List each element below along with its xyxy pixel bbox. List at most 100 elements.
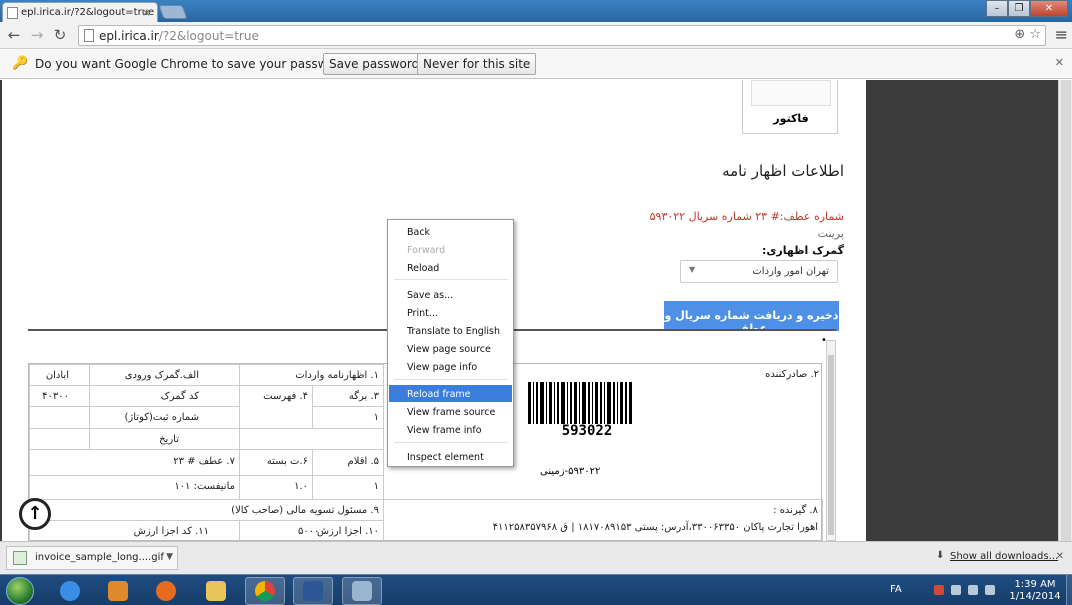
form-cell: تاریخ: [89, 428, 240, 450]
date-label: تاریخ: [159, 434, 179, 445]
customs-label: گمرک اظهاری:: [761, 244, 844, 257]
chevron-down-icon[interactable]: ▼: [166, 552, 173, 562]
snipping-tool-icon[interactable]: [342, 577, 382, 605]
chrome-icon[interactable]: [245, 577, 285, 605]
volume-icon[interactable]: [985, 585, 995, 595]
customs-code-value: ۴۰۳۰۰: [42, 391, 69, 402]
value-code-label: ۱۱. کد اجزا ارزش: [133, 526, 209, 537]
window-controls: – ❐ ✕: [986, 0, 1068, 17]
show-all-downloads-link[interactable]: Show all downloads...: [950, 551, 1058, 562]
download-item[interactable]: invoice_sample_long....gif ▼: [6, 546, 178, 570]
save-password-button[interactable]: Save password: [323, 53, 426, 75]
minimize-button[interactable]: –: [986, 0, 1008, 17]
form-cell: ۴. فهرست: [239, 385, 313, 429]
media-player-icon[interactable]: [98, 577, 138, 605]
menu-item-print[interactable]: Print...: [389, 304, 512, 321]
menu-item-forward[interactable]: Forward: [389, 241, 512, 258]
form-cell: [239, 428, 384, 450]
items-value: ۱: [373, 481, 379, 492]
menu-item-translate[interactable]: Translate to English: [389, 322, 512, 339]
scroll-to-top-icon[interactable]: ↑: [19, 498, 51, 530]
tab-close-icon[interactable]: ×: [142, 6, 151, 19]
form-cell: ابادان: [29, 364, 90, 386]
page-scrollbar[interactable]: [1058, 80, 1072, 541]
form-cell: ۱۱. کد اجزا ارزش: [29, 520, 240, 541]
menu-item-reload[interactable]: Reload: [389, 259, 512, 276]
menu-item-view-page-source[interactable]: View page source: [389, 340, 512, 357]
customs-select[interactable]: تهران امور واردات ▼: [680, 260, 838, 283]
download-shelf: invoice_sample_long....gif ▼ ⬇ Show all …: [0, 541, 1072, 574]
password-message: Do you want Google Chrome to save your p…: [35, 57, 354, 71]
reload-icon[interactable]: ↻: [50, 25, 70, 45]
start-button[interactable]: [6, 577, 34, 605]
chrome-menu-icon[interactable]: ≡: [1055, 25, 1068, 44]
clock[interactable]: 1:39 AM 1/14/2014: [1008, 579, 1062, 603]
form-cell: ۱.۰: [239, 475, 313, 500]
menu-separator: [394, 442, 508, 443]
menu-item-save-as[interactable]: Save as...: [389, 286, 512, 303]
menu-item-view-page-info[interactable]: View page info: [389, 358, 512, 375]
tab-strip: epl.irica.ir/?2&logout=true × – ❐ ✕: [0, 0, 1072, 22]
browser-tab[interactable]: epl.irica.ir/?2&logout=true ×: [2, 2, 158, 22]
file-explorer-icon[interactable]: [196, 577, 236, 605]
customs-code-label: کد گمرک: [160, 391, 199, 402]
save-serial-button[interactable]: ذخیره و دریافت شماره سریال و عطف: [664, 301, 839, 335]
download-arrow-icon: ⬇: [936, 550, 945, 561]
exporter-label: ۲. صادرکننده: [765, 369, 819, 380]
restore-button[interactable]: ❐: [1008, 0, 1030, 17]
frame-scrollbar[interactable]: [826, 340, 836, 541]
menu-separator: [394, 279, 508, 280]
forward-icon[interactable]: →: [27, 25, 47, 45]
infobar-close-icon[interactable]: ✕: [1055, 56, 1064, 69]
url-host: epl.irica.ir: [99, 29, 159, 43]
menu-item-view-frame-info[interactable]: View frame info: [389, 421, 512, 438]
address-bar[interactable]: epl.irica.ir/?2&logout=true ⊕ ☆: [78, 25, 1046, 46]
zoom-bookmark-icons[interactable]: ⊕ ☆: [1014, 27, 1041, 42]
finance-label: ۹. مسئول تسویه مالی (صاحب کالا): [231, 505, 379, 516]
menu-item-reload-frame[interactable]: Reload frame: [389, 385, 512, 402]
word-icon[interactable]: [293, 577, 333, 605]
back-icon[interactable]: ←: [4, 25, 24, 45]
battery-icon[interactable]: [968, 585, 978, 595]
items-label: ۵. اقلام: [347, 456, 379, 467]
form-cell: شماره ثبت(کوتاژ): [89, 406, 240, 429]
flag-icon[interactable]: [934, 585, 944, 595]
form-cell: ۳. برگه: [312, 385, 384, 407]
declaration-label: ۱. اظهارنامه واردات: [295, 370, 379, 381]
form-cell: مانیفست: ۱۰۱: [29, 475, 240, 500]
ie-icon[interactable]: [50, 577, 90, 605]
screen: epl.irica.ir/?2&logout=true × – ❐ ✕ ← → …: [0, 0, 1072, 605]
firefox-icon[interactable]: [146, 577, 186, 605]
new-tab-button[interactable]: [158, 5, 188, 19]
show-desktop-button[interactable]: [1066, 575, 1072, 605]
menu-item-back[interactable]: Back: [389, 223, 512, 240]
menu-item-view-frame-source[interactable]: View frame source: [389, 403, 512, 420]
section-a-label: الف.گمرک ورودی: [124, 370, 199, 381]
image-file-icon: [13, 551, 27, 565]
form-cell: کد گمرک: [89, 385, 240, 407]
status-line[interactable]: پرینت: [818, 227, 844, 240]
form-cell: ۶.ت بسته: [239, 449, 313, 476]
tab-title: epl.irica.ir/?2&logout=true: [21, 7, 155, 18]
network-icon[interactable]: [951, 585, 961, 595]
url-path: /?2&logout=true: [158, 29, 259, 43]
form-cell: [29, 406, 90, 429]
form-cell: الف.گمرک ورودی: [89, 364, 240, 386]
taskbar: FA 1:39 AM 1/14/2014: [0, 574, 1072, 605]
invoice-thumbnail[interactable]: فاکتور: [742, 80, 838, 134]
customs-select-value: تهران امور واردات: [752, 266, 829, 277]
close-window-button[interactable]: ✕: [1030, 0, 1068, 17]
ref-label: ۷. عطف # ۲۳: [173, 456, 235, 467]
menu-item-inspect[interactable]: Inspect element: [389, 448, 512, 465]
consignee-cell: ۸. گیرنده : اهورا تجارت پاکان ۳۳۰۰۶۳۳۵۰،…: [383, 499, 823, 541]
value-parts-value: ۵۰۰۰۰: [298, 526, 325, 537]
clock-time: 1:39 AM: [1014, 579, 1056, 590]
form-cell: ۱۰. اجزا ارزش ۵۰۰۰۰: [239, 520, 384, 541]
never-save-button[interactable]: Never for this site: [417, 53, 537, 75]
left-edge: [0, 80, 2, 541]
manifest-label: مانیفست: ۱۰۱: [174, 481, 235, 492]
form-cell: ۹. مسئول تسویه مالی (صاحب کالا): [29, 499, 384, 521]
shelf-close-icon[interactable]: ✕: [1056, 551, 1064, 562]
download-file-name: invoice_sample_long....gif: [35, 552, 164, 563]
language-indicator[interactable]: FA: [890, 584, 902, 595]
